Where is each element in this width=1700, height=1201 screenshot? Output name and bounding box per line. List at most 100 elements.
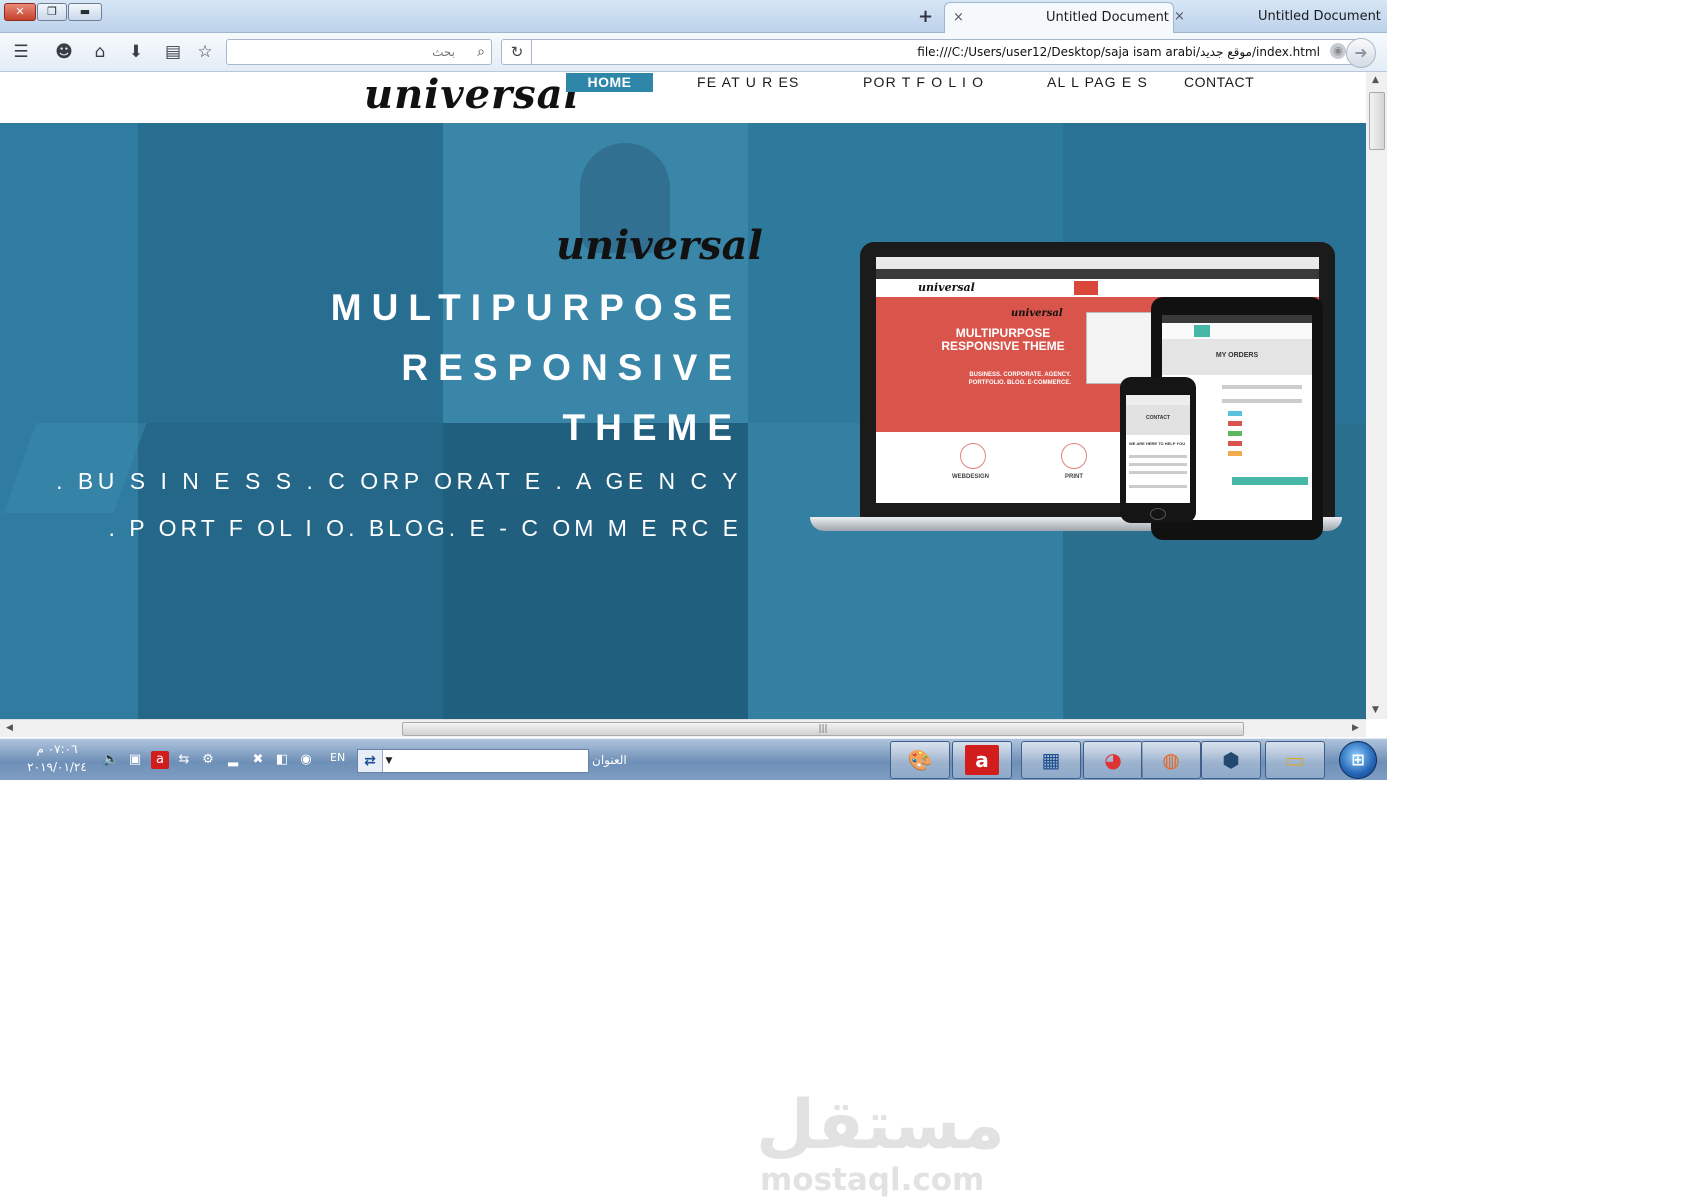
chrome-icon: ◕ — [1104, 748, 1122, 772]
firefox-icon: ◍ — [1162, 748, 1180, 772]
mock-hero-logo: universal — [1011, 308, 1063, 319]
network-error-icon[interactable]: ✖ — [249, 751, 267, 769]
scroll-right-icon[interactable]: ▶ — [1352, 720, 1359, 737]
mock-home-tab — [1074, 281, 1098, 295]
horizontal-scroll-thumb[interactable]: ||| — [402, 722, 1244, 736]
reload-icon: ↻ — [510, 43, 524, 61]
bookmark-star-icon[interactable]: ☆ — [193, 41, 217, 63]
chat-icon[interactable]: ☻ — [52, 41, 76, 63]
search-input[interactable] — [231, 42, 457, 62]
forward-button[interactable]: ➜ — [1346, 38, 1376, 68]
site-logo[interactable]: universal — [364, 72, 580, 120]
reload-button[interactable]: ↻ — [501, 39, 533, 65]
mock-hero-title: MULTIPURPOSE RESPONSIVE THEME — [941, 326, 1065, 353]
mock-browser-bar — [876, 257, 1319, 269]
scroll-left-icon[interactable]: ◀ — [6, 720, 13, 737]
start-button[interactable]: ⊞ — [1339, 741, 1377, 779]
tab-close-icon[interactable]: × — [1174, 2, 1185, 32]
mock-top-bar — [1162, 315, 1312, 323]
taskbar-remote-desktop[interactable]: ▦ — [1021, 741, 1081, 779]
tab-inactive[interactable]: × Untitled Document — [1172, 2, 1387, 32]
device-icon[interactable]: ▣ — [126, 751, 144, 769]
url-bar[interactable]: file:///C:/Users/user12/Desktop/saja isa… — [531, 38, 1376, 68]
hero-title-line-3: THEME — [562, 407, 742, 448]
taskbar-paint[interactable]: 🎨 — [890, 741, 950, 779]
avira-icon: a — [965, 745, 999, 775]
clipboard-icon[interactable]: ▤ — [161, 41, 185, 63]
watermark-latin: mostaql.com — [760, 1162, 985, 1198]
hero-title-line-2: RESPONSIVE — [401, 347, 742, 388]
mock-badge — [1228, 431, 1242, 436]
restore-icon: ❐ — [47, 5, 57, 18]
mock-service-label: WEBDESIGN — [952, 474, 990, 480]
clock-time[interactable]: ٠٧:٠٦ م — [22, 741, 92, 757]
new-tab-button[interactable]: + — [918, 2, 933, 32]
window-minimize-button[interactable]: ▬ — [68, 3, 102, 21]
network-icon[interactable]: ◧ — [273, 751, 291, 769]
vertical-scrollbar[interactable]: ▲ ▼ — [1366, 72, 1387, 719]
mock-logo: universal — [918, 281, 975, 294]
tab-bar: ✕ ❐ ▬ + × Untitled Document × Untitled D… — [0, 0, 1387, 33]
page-viewport: universal HOME FE AT U R ES POR T F O L … — [0, 72, 1366, 719]
address-label: العنوان — [592, 753, 627, 767]
hero-subtitle-line-1: . BU S I N E S S . C ORP ORAT E . A GE N… — [56, 468, 742, 494]
mock-row — [1222, 399, 1302, 403]
mock-screenshot — [1086, 312, 1158, 384]
home-icon[interactable]: ⌂ — [88, 41, 112, 63]
background-tile — [138, 123, 443, 423]
nav-contact[interactable]: CONTACT — [1184, 72, 1254, 92]
network-share-icon[interactable]: ⚙ — [199, 751, 217, 769]
mock-hero-subtitle: BUSINESS. CORPORATE. AGENCY. PORTFOLIO. … — [968, 372, 1071, 386]
hero-banner: universal MULTIPURPOSE RESPONSIVE THEME … — [0, 123, 1366, 719]
taskbar-chrome[interactable]: ◕ — [1083, 741, 1143, 779]
teamviewer-icon[interactable]: ⇆ — [175, 751, 193, 769]
window-close-button[interactable]: ✕ — [4, 3, 36, 21]
nav-features[interactable]: FE AT U R ES — [697, 72, 800, 92]
chevron-down-icon[interactable]: ▼ — [382, 750, 396, 772]
windows-logo-icon: ⊞ — [1351, 750, 1365, 769]
phone-home-button — [1150, 508, 1166, 520]
mock-badge — [1228, 421, 1242, 426]
vertical-scroll-thumb[interactable] — [1369, 92, 1385, 150]
nav-portfolio[interactable]: POR T F O L I O — [863, 72, 984, 92]
mock-subheading: WE ARE HERE TO HELP YOU — [1129, 441, 1186, 446]
address-toolbar[interactable]: ⇄ ▼ — [357, 749, 589, 773]
scroll-down-icon[interactable]: ▼ — [1372, 702, 1379, 719]
horizontal-scrollbar[interactable]: ◀ ||| ▶ — [0, 719, 1366, 737]
taskbar-firefox[interactable]: ◍ — [1141, 741, 1201, 779]
tab-active[interactable]: × Untitled Document — [944, 2, 1174, 33]
download-icon[interactable]: ⬇ — [124, 41, 148, 63]
search-field[interactable]: ⌕ — [226, 39, 492, 65]
nav-all-pages[interactable]: AL L PAG E S — [1047, 72, 1148, 92]
volume-icon[interactable]: 🔈 — [102, 751, 120, 769]
mock-service-icon — [960, 443, 986, 469]
mock-badge — [1228, 411, 1242, 416]
mock-progress — [1232, 477, 1308, 485]
disk-icon[interactable]: ◉ — [297, 751, 315, 769]
language-indicator[interactable]: EN — [330, 750, 345, 766]
mock-badge — [1228, 441, 1242, 446]
tab-close-icon[interactable]: × — [953, 3, 964, 33]
scroll-up-icon[interactable]: ▲ — [1372, 72, 1379, 89]
taskbar-avira[interactable]: a — [952, 741, 1012, 779]
watermark-arabic: مستقل — [756, 1086, 1005, 1165]
antivirus-icon[interactable]: a — [151, 751, 169, 769]
menu-icon[interactable]: ☰ — [9, 41, 33, 63]
clock-date[interactable]: ٢٠١٩/٠١/٢٤ — [18, 759, 96, 775]
mock-row — [1129, 471, 1187, 474]
folder-icon: ▭ — [1285, 748, 1305, 772]
window-restore-button[interactable]: ❐ — [37, 3, 67, 21]
signal-icon[interactable]: ▂ — [224, 751, 242, 769]
taskbar-virtualbox[interactable]: ⬢ — [1201, 741, 1261, 779]
go-icon[interactable]: ⇄ — [358, 750, 383, 772]
site-header: universal HOME FE AT U R ES POR T F O L … — [0, 72, 1366, 122]
windows-taskbar: ٠٧:٠٦ م ٢٠١٩/٠١/٢٤ 🔈 ▣ a ⇆ ⚙ ▂ ✖ ◧ ◉ EN … — [0, 738, 1387, 780]
mock-nav — [1162, 323, 1312, 340]
mock-row — [1222, 385, 1302, 389]
search-icon: ⌕ — [477, 44, 485, 60]
taskbar-explorer[interactable]: ▭ — [1265, 741, 1325, 779]
hero-logo: universal — [556, 222, 763, 269]
mock-service-icon — [1061, 443, 1087, 469]
nav-home[interactable]: HOME — [566, 73, 653, 92]
paint-icon: 🎨 — [907, 748, 933, 772]
